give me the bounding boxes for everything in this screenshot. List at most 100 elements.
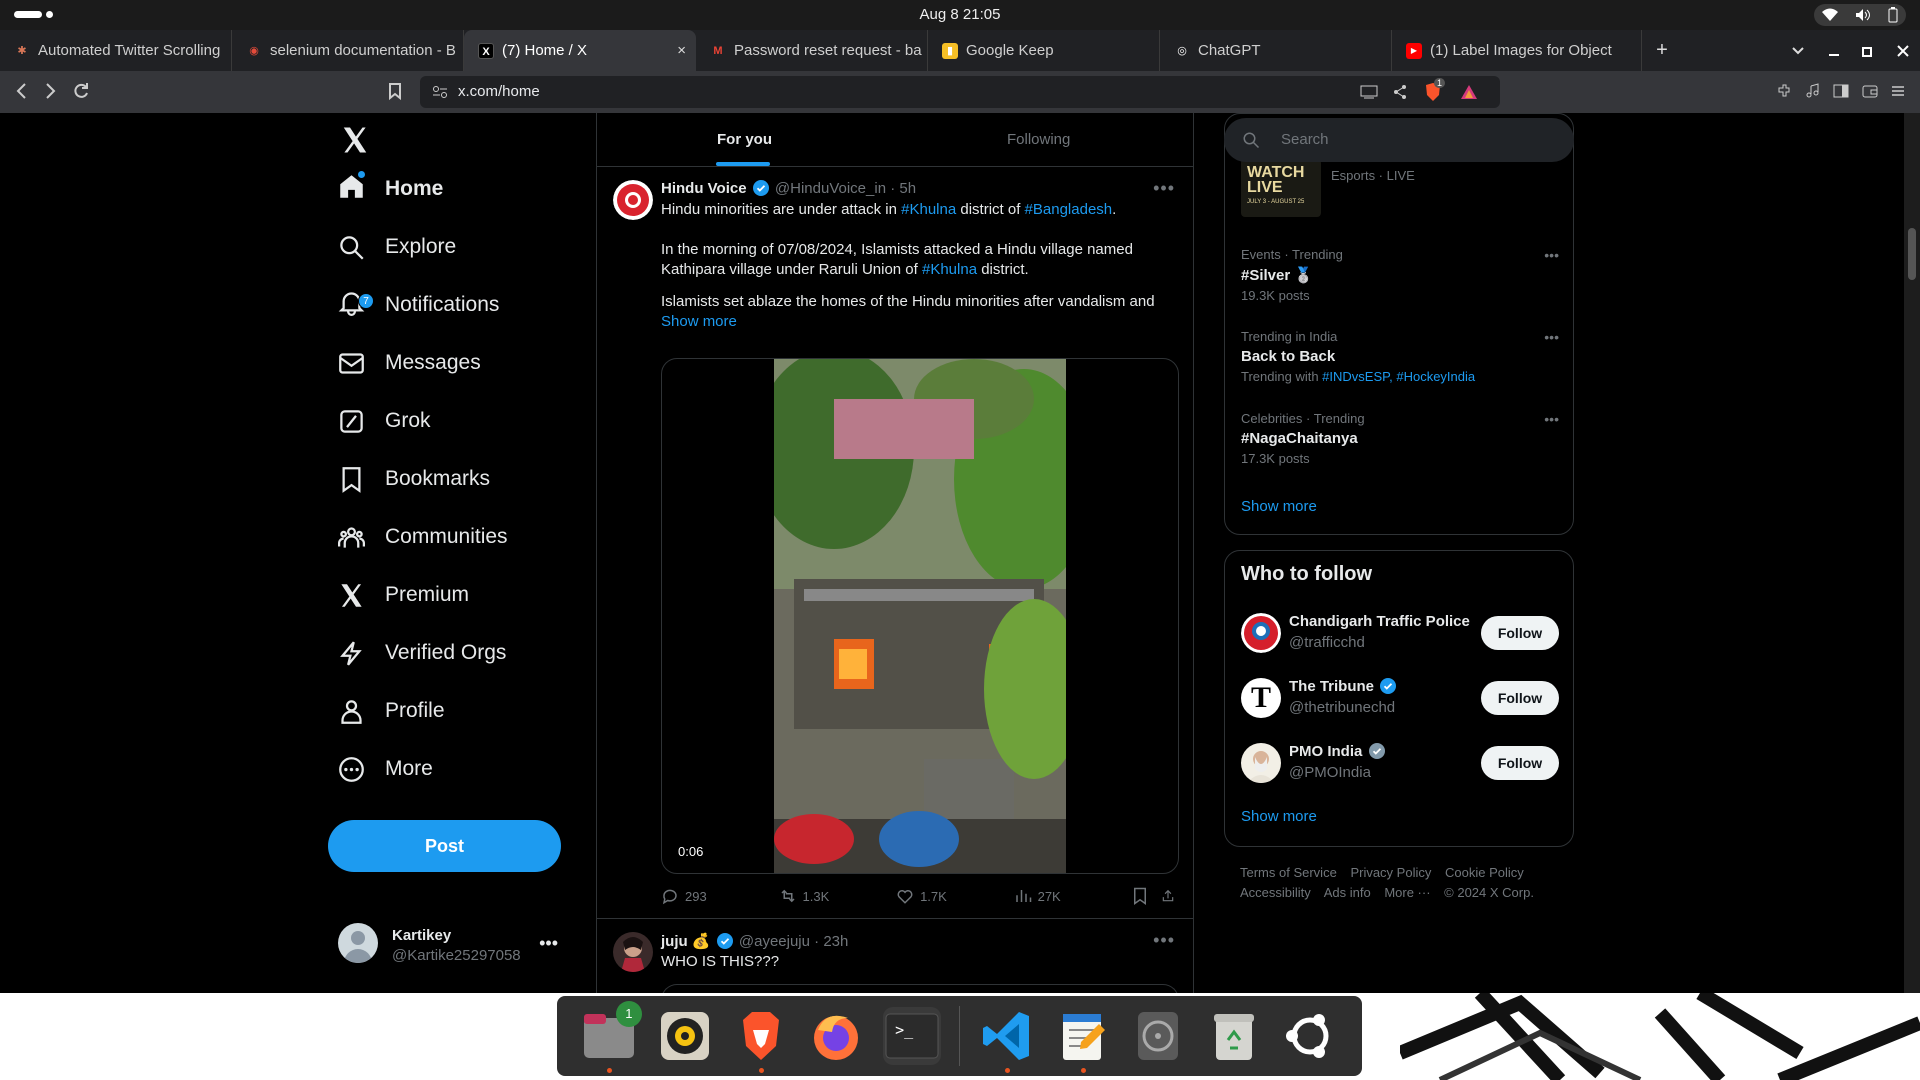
extensions-icon[interactable] xyxy=(1776,83,1792,99)
footer-link[interactable]: Cookie Policy xyxy=(1445,865,1524,880)
account-menu-icon[interactable]: ••• xyxy=(539,933,558,954)
rhythmbox-app[interactable] xyxy=(656,1007,714,1065)
footer-link[interactable]: More ··· xyxy=(1384,885,1430,900)
minimize-icon[interactable] xyxy=(1828,45,1840,57)
site-settings-icon[interactable] xyxy=(432,85,448,99)
browser-tab-active[interactable]: X (7) Home / X × xyxy=(464,30,696,71)
hashtag-link[interactable]: #Khulna xyxy=(901,201,956,218)
esports-thumbnail[interactable]: WATCH LIVE JULY 3 - AUGUST 25 xyxy=(1241,159,1321,217)
nav-item-profile[interactable]: Profile xyxy=(338,687,445,735)
media-icon[interactable] xyxy=(1805,83,1821,99)
author-name[interactable]: Hindu Voice xyxy=(661,180,747,197)
trends-show-more-link[interactable]: Show more xyxy=(1241,498,1317,515)
nav-item-notifications[interactable]: 7 Notifications xyxy=(338,281,499,329)
maximize-icon[interactable] xyxy=(1862,45,1874,57)
browser-tab[interactable]: ◎ ChatGPT xyxy=(1160,30,1392,71)
disk-utility-app[interactable] xyxy=(1129,1007,1187,1065)
tweet-time[interactable]: 5h xyxy=(899,180,916,197)
back-icon[interactable] xyxy=(14,79,30,103)
nav-item-grok[interactable]: Grok xyxy=(338,397,431,445)
trend-more-icon[interactable]: ••• xyxy=(1544,411,1559,427)
tweet[interactable]: Hindu Voice @HinduVoice_in · 5h ••• Hind… xyxy=(597,168,1193,919)
nav-item-bookmarks[interactable]: Bookmarks xyxy=(338,455,490,503)
browser-tab[interactable]: ◉ selenium documentation - B xyxy=(232,30,464,71)
browser-tab[interactable]: ▮ Google Keep xyxy=(928,30,1160,71)
url-text[interactable]: x.com/home xyxy=(458,83,540,100)
nav-item-communities[interactable]: Communities xyxy=(338,513,508,561)
author-handle[interactable]: @ayeejuju xyxy=(739,933,810,950)
files-app[interactable]: 1 xyxy=(580,1001,642,1073)
trend-more-icon[interactable]: ••• xyxy=(1544,247,1559,263)
footer-link[interactable]: Privacy Policy xyxy=(1350,865,1431,880)
nav-item-premium[interactable]: Premium xyxy=(338,571,469,619)
tweet-more-icon[interactable]: ••• xyxy=(1153,178,1175,199)
brave-shields-icon[interactable]: 1 xyxy=(1424,78,1446,102)
page-scrollbar[interactable] xyxy=(1904,113,1920,993)
nav-item-more[interactable]: More xyxy=(338,745,433,793)
like-button[interactable]: 1.7K xyxy=(896,884,1014,908)
footer-link[interactable]: Terms of Service xyxy=(1240,865,1337,880)
hamburger-menu-icon[interactable] xyxy=(1890,83,1906,99)
brave-rewards-icon[interactable] xyxy=(1460,84,1478,100)
tweet-media-preview[interactable] xyxy=(661,984,1179,993)
close-window-icon[interactable] xyxy=(1897,44,1909,57)
tab-list-icon[interactable] xyxy=(1791,46,1805,56)
vscode-app[interactable] xyxy=(978,1007,1036,1073)
trend-more-icon[interactable]: ••• xyxy=(1544,329,1559,345)
show-apps-ubuntu[interactable] xyxy=(1281,1007,1339,1065)
text-editor-app[interactable] xyxy=(1054,1007,1112,1073)
reload-icon[interactable] xyxy=(72,79,90,103)
trend-item[interactable]: Events · Trending #Silver 🥈 19.3K posts … xyxy=(1241,247,1559,303)
address-bar[interactable]: x.com/home 1 xyxy=(420,76,1500,108)
show-more-link[interactable]: Show more xyxy=(661,312,1177,332)
system-clock[interactable]: Aug 8 21:05 xyxy=(0,6,1920,23)
reply-button[interactable]: 293 xyxy=(661,884,779,908)
tweet-more-icon[interactable]: ••• xyxy=(1153,930,1175,951)
follow-show-more-link[interactable]: Show more xyxy=(1241,808,1317,825)
cast-icon[interactable] xyxy=(1360,85,1378,99)
scrollbar-thumb[interactable] xyxy=(1908,228,1916,280)
tweet[interactable]: juju 💰 @ayeejuju · 23h ••• WHO IS THIS??… xyxy=(597,920,1193,993)
author-name[interactable]: juju xyxy=(661,933,688,950)
follow-button[interactable]: Follow xyxy=(1481,746,1559,780)
follow-suggestion[interactable]: T The Tribune @thetribunechd Follow xyxy=(1241,670,1559,726)
firefox-app[interactable] xyxy=(807,1007,865,1065)
views-button[interactable]: 27K xyxy=(1014,884,1132,908)
browser-tab[interactable]: ▶ (1) Label Images for Object xyxy=(1392,30,1642,71)
follow-suggestion[interactable]: Chandigarh Traffic Police @trafficchd Fo… xyxy=(1241,605,1559,661)
trending-with-tags[interactable]: #INDvsESP, #HockeyIndia xyxy=(1322,369,1475,384)
bookmark-button[interactable] xyxy=(1131,884,1161,908)
nav-item-verified-orgs[interactable]: Verified Orgs xyxy=(338,629,506,677)
author-handle[interactable]: @HinduVoice_in xyxy=(775,180,886,197)
account-switcher[interactable]: Kartikey @Kartike25297058 ••• xyxy=(338,913,568,973)
share-button[interactable] xyxy=(1161,884,1181,908)
trend-item[interactable]: Trending in India Back to Back Trending … xyxy=(1241,329,1559,384)
bookmark-page-icon[interactable] xyxy=(388,79,402,103)
x-logo-icon[interactable] xyxy=(340,125,370,155)
system-tray[interactable] xyxy=(1814,4,1906,26)
share-icon[interactable] xyxy=(1392,84,1408,100)
sidebar-toggle-icon[interactable] xyxy=(1833,83,1849,99)
footer-link[interactable]: Accessibility xyxy=(1240,885,1311,900)
tab-for-you[interactable]: For you xyxy=(717,131,772,148)
trash-app[interactable] xyxy=(1205,1007,1263,1065)
tab-following[interactable]: Following xyxy=(1007,131,1070,148)
follow-suggestion[interactable]: PMO India @PMOIndia Follow xyxy=(1241,735,1559,791)
tweet-video[interactable]: 0:06 xyxy=(661,358,1179,874)
post-button[interactable]: Post xyxy=(328,820,561,872)
follow-button[interactable]: Follow xyxy=(1481,616,1559,650)
new-tab-button[interactable]: + xyxy=(1642,30,1682,71)
follow-button[interactable]: Follow xyxy=(1481,681,1559,715)
brave-app[interactable] xyxy=(732,1007,790,1073)
trend-item[interactable]: Celebrities · Trending #NagaChaitanya 17… xyxy=(1241,411,1559,466)
nav-item-home[interactable]: Home xyxy=(338,165,443,213)
avatar[interactable] xyxy=(613,932,653,972)
search-box[interactable]: Search xyxy=(1224,118,1574,162)
wallet-icon[interactable] xyxy=(1862,83,1878,99)
tweet-time[interactable]: 23h xyxy=(823,933,848,950)
avatar[interactable] xyxy=(613,180,653,220)
terminal-app[interactable]: >_ xyxy=(883,1007,942,1065)
tab-close-icon[interactable]: × xyxy=(677,30,686,71)
browser-tab[interactable]: M Password reset request - ba xyxy=(696,30,928,71)
forward-icon[interactable] xyxy=(42,79,58,103)
